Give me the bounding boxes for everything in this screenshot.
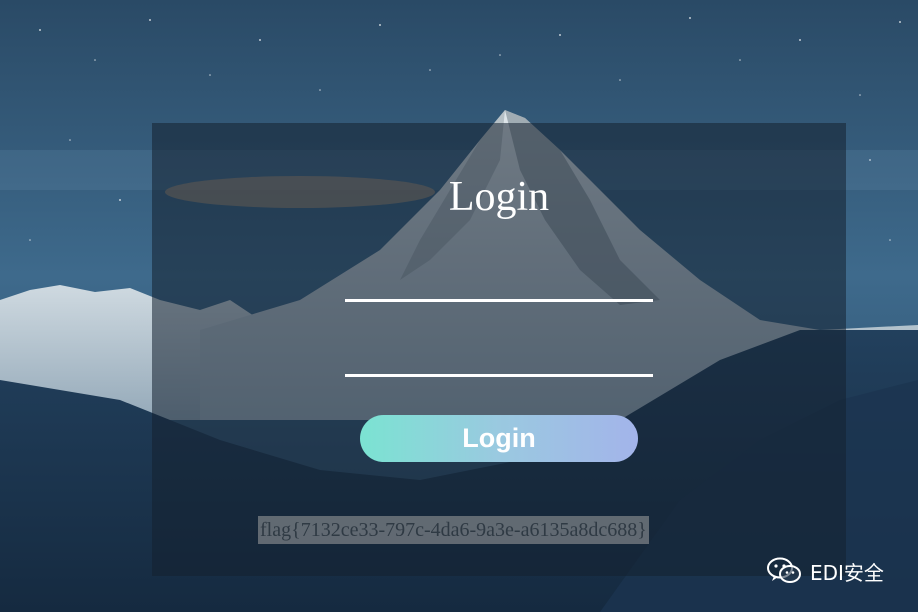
watermark: EDI安全 (766, 556, 884, 586)
password-field[interactable] (345, 341, 653, 377)
flag-text: flag{7132ce33-797c-4da6-9a3e-a6135a8dc68… (258, 516, 649, 544)
username-field[interactable] (345, 266, 653, 302)
login-title: Login (345, 172, 653, 222)
login-title-text: Login (448, 174, 550, 220)
watermark-text: EDI安全 (810, 560, 884, 585)
login-button[interactable]: Login (360, 415, 638, 462)
wechat-icon (767, 557, 801, 583)
